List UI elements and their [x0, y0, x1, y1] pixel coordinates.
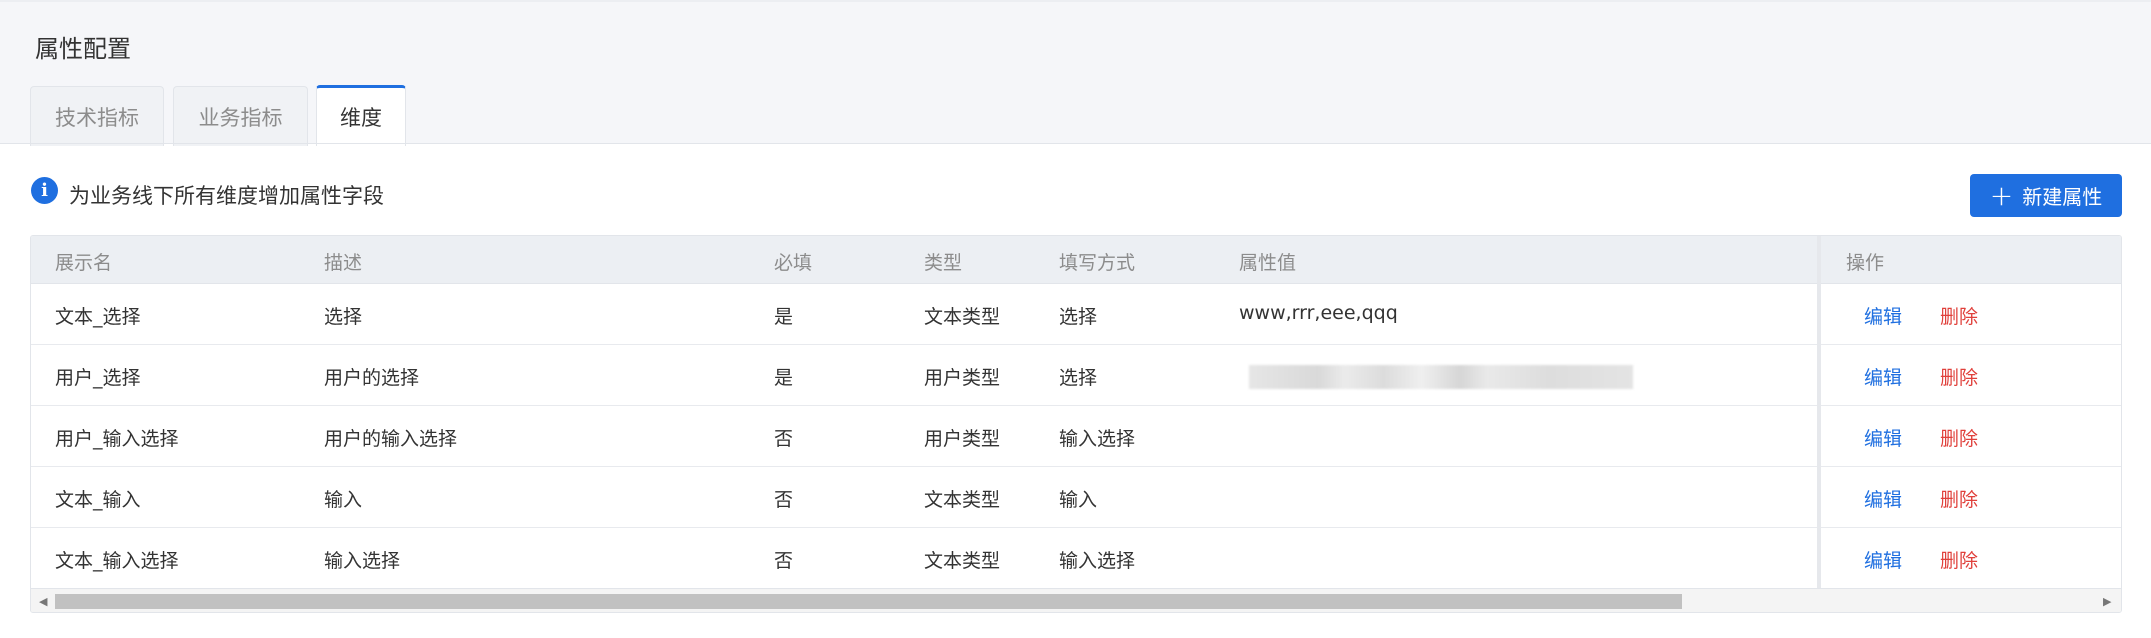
tab-dimension[interactable]: 维度 [316, 85, 406, 146]
horizontal-scrollbar[interactable]: ◀ ▶ [31, 588, 2121, 612]
cell-description: 输入 [324, 489, 363, 511]
cell-display-name: 文本_选择 [55, 306, 141, 328]
cell-display-name: 文本_输入 [55, 489, 141, 511]
cell-description: 用户的输入选择 [324, 428, 458, 450]
col-required: 必填 [774, 252, 813, 274]
delete-link[interactable]: 删除 [1940, 485, 1978, 512]
cell-display-name: 文本_输入选择 [55, 550, 179, 572]
delete-link[interactable]: 删除 [1940, 546, 1978, 573]
edit-link[interactable]: 编辑 [1864, 302, 1902, 329]
notice-text: 为业务线下所有维度增加属性字段 [69, 184, 384, 208]
cell-fill-method: 选择 [1059, 367, 1098, 389]
cell-required: 是 [774, 306, 794, 328]
page-title: 属性配置 [35, 35, 131, 63]
plus-icon: + [1989, 178, 2014, 212]
new-attribute-label: 新建属性 [2022, 185, 2103, 209]
attribute-table: 展示名 描述 必填 类型 填写方式 属性值 操作 文本_选择 选择 是 文本类型… [30, 235, 2122, 613]
tab-technical-metrics[interactable]: 技术指标 [30, 86, 164, 146]
cell-description: 用户的选择 [324, 367, 420, 389]
scroll-left-icon[interactable]: ◀ [39, 595, 47, 608]
table-row: 用户_输入选择 用户的输入选择 否 用户类型 输入选择 编辑 删除 [31, 406, 2121, 467]
col-fill-method: 填写方式 [1059, 252, 1136, 274]
cell-fill-method: 输入 [1059, 489, 1098, 511]
edit-link[interactable]: 编辑 [1864, 424, 1902, 451]
col-display-name: 展示名 [55, 252, 113, 274]
col-type: 类型 [924, 252, 963, 274]
cell-required: 是 [774, 367, 794, 389]
delete-link[interactable]: 删除 [1940, 424, 1978, 451]
cell-type: 文本类型 [924, 306, 1001, 328]
cell-fill-method: 输入选择 [1059, 428, 1136, 450]
table-header: 展示名 描述 必填 类型 填写方式 属性值 操作 [31, 236, 2121, 284]
redacted-attribute-value [1249, 365, 1633, 389]
new-attribute-button[interactable]: + 新建属性 [1970, 174, 2122, 217]
cell-fill-method: 输入选择 [1059, 550, 1136, 572]
edit-link[interactable]: 编辑 [1864, 485, 1902, 512]
table-row: 用户_选择 用户的选择 是 用户类型 选择 编辑 删除 [31, 345, 2121, 406]
header-band: 属性配置 技术指标 业务指标 维度 [0, 0, 2151, 146]
cell-type: 文本类型 [924, 489, 1001, 511]
cell-fill-method: 选择 [1059, 306, 1098, 328]
fixed-column-shadow [1817, 236, 1821, 588]
col-description: 描述 [324, 252, 363, 274]
scrollbar-thumb[interactable] [55, 594, 1682, 609]
table-row: 文本_输入选择 输入选择 否 文本类型 输入选择 编辑 删除 [31, 528, 2121, 589]
cell-type: 文本类型 [924, 550, 1001, 572]
col-actions: 操作 [1846, 252, 1885, 274]
cell-type: 用户类型 [924, 428, 1001, 450]
edit-link[interactable]: 编辑 [1864, 546, 1902, 573]
delete-link[interactable]: 删除 [1940, 363, 1978, 390]
cell-required: 否 [774, 550, 794, 572]
cell-description: 输入选择 [324, 550, 401, 572]
cell-description: 选择 [324, 306, 363, 328]
cell-required: 否 [774, 489, 794, 511]
cell-display-name: 用户_选择 [55, 367, 141, 389]
cell-display-name: 用户_输入选择 [55, 428, 179, 450]
cell-required: 否 [774, 428, 794, 450]
cell-attribute-value: www,rrr,eee,qqq [1239, 302, 1398, 324]
scroll-right-icon[interactable]: ▶ [2103, 595, 2111, 608]
tab-divider [0, 143, 2151, 144]
col-attribute-value: 属性值 [1239, 252, 1297, 274]
table-row: 文本_输入 输入 否 文本类型 输入 编辑 删除 [31, 467, 2121, 528]
table-row: 文本_选择 选择 是 文本类型 选择 www,rrr,eee,qqq 编辑 删除 [31, 284, 2121, 345]
delete-link[interactable]: 删除 [1940, 302, 1978, 329]
cell-type: 用户类型 [924, 367, 1001, 389]
edit-link[interactable]: 编辑 [1864, 363, 1902, 390]
info-icon: i [31, 177, 58, 204]
tab-business-metrics[interactable]: 业务指标 [173, 86, 308, 146]
